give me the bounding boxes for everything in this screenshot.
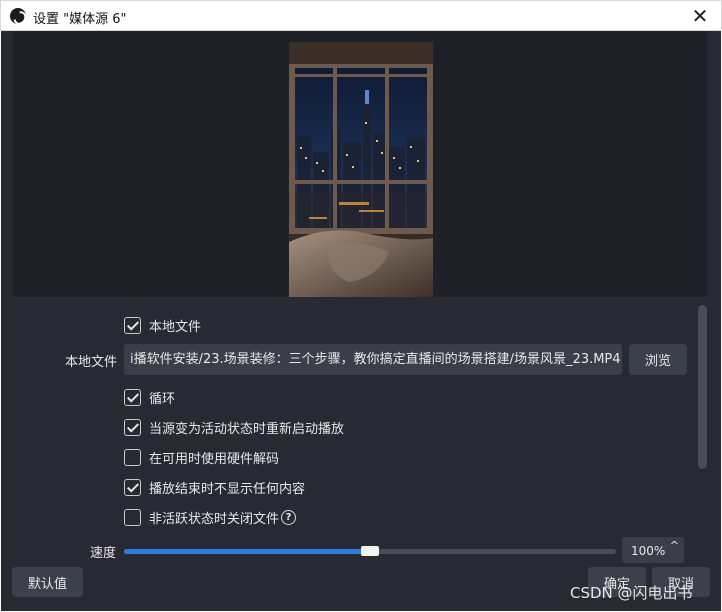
hide-when-ended-option[interactable]: 播放结束时不显示任何内容 <box>124 478 305 497</box>
defaults-button[interactable]: 默认值 <box>12 567 83 597</box>
close-when-inactive-label: 非活跃状态时关闭文件 <box>149 512 280 527</box>
hardware-decoding-label: 在可用时使用硬件解码 <box>149 452 280 467</box>
local-file-checkbox-label: 本地文件 <box>149 320 202 335</box>
hardware-decoding-option[interactable]: 在可用时使用硬件解码 <box>124 448 279 467</box>
obs-logo-icon <box>10 8 26 24</box>
vertical-scrollbar[interactable] <box>698 305 707 469</box>
hardware-decoding-checkbox[interactable] <box>124 449 141 466</box>
local-file-field-label: 本地文件 <box>65 355 118 370</box>
csdn-watermark: CSDN @闪电出书 <box>570 584 693 602</box>
properties-dialog: 本地文件 本地文件 i播软件安装/23.场景装修：三个步骤，教你搞定直播间的场景… <box>1 31 721 611</box>
close-when-inactive-checkbox[interactable] <box>124 509 141 526</box>
file-path-input[interactable]: i播软件安装/23.场景装修：三个步骤，教你搞定直播间的场景搭建/场景风景_23… <box>124 344 622 375</box>
local-file-checkbox-row[interactable]: 本地文件 <box>124 316 201 335</box>
speed-value: 100% <box>631 544 666 558</box>
speed-slider-handle[interactable] <box>361 546 379 556</box>
speed-slider-fill <box>124 549 370 554</box>
close-button[interactable]: ✕ <box>687 3 713 29</box>
spin-up-icon[interactable]: ^ <box>670 539 679 552</box>
loop-checkbox[interactable] <box>124 389 141 406</box>
speed-spinbox[interactable]: 100% ^ <box>622 537 684 563</box>
loop-option[interactable]: 循环 <box>124 388 175 407</box>
title-bar: 设置 "媒体源 6" ✕ <box>0 0 722 31</box>
hide-when-ended-checkbox[interactable] <box>124 479 141 496</box>
help-circle-icon[interactable]: ? <box>281 510 297 525</box>
loop-label: 循环 <box>149 392 176 407</box>
restart-on-activate-checkbox[interactable] <box>124 419 141 436</box>
restart-on-activate-label: 当源变为活动状态时重新启动播放 <box>149 422 345 437</box>
hide-when-ended-label: 播放结束时不显示任何内容 <box>149 482 306 497</box>
media-preview-image <box>289 42 433 297</box>
restart-on-activate-option[interactable]: 当源变为活动状态时重新启动播放 <box>124 418 344 437</box>
close-when-inactive-option[interactable]: 非活跃状态时关闭文件 ? <box>124 508 297 527</box>
browse-button[interactable]: 浏览 <box>629 344 687 375</box>
window-title: 设置 "媒体源 6" <box>33 12 127 27</box>
preview-area <box>13 31 707 297</box>
local-file-checkbox[interactable] <box>124 317 141 334</box>
speed-label: 速度 <box>90 546 117 561</box>
